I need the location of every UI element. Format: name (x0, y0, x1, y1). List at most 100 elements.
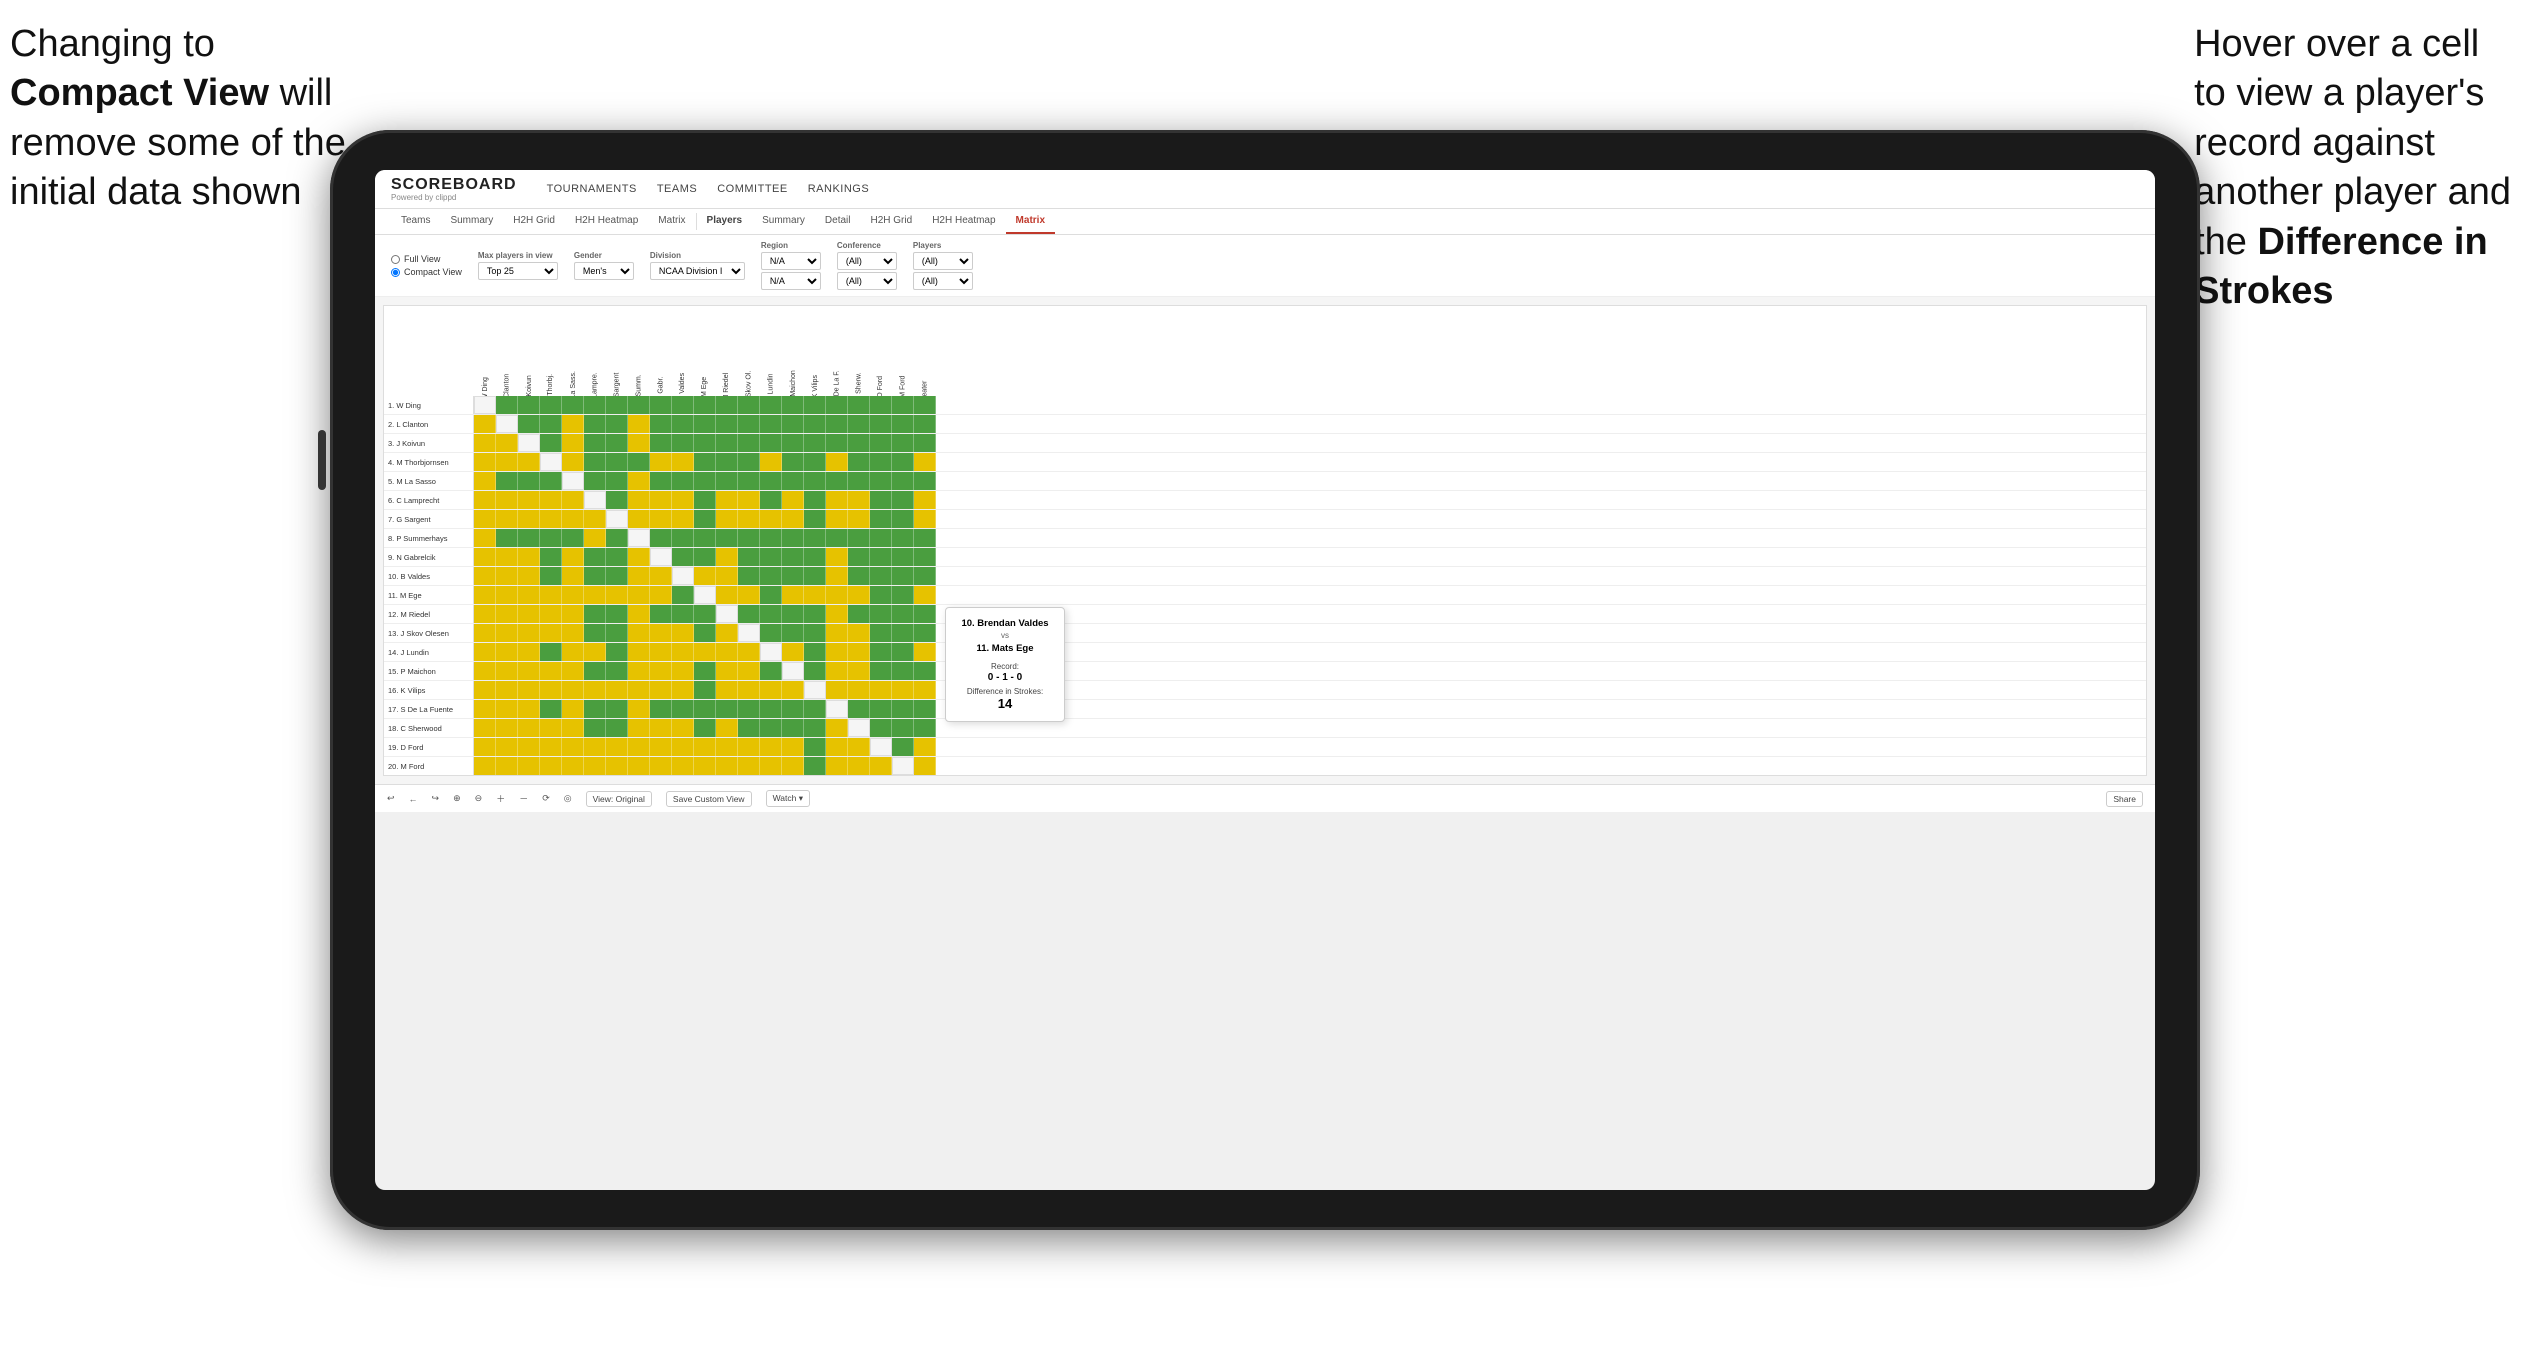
matrix-cell[interactable] (738, 548, 760, 566)
matrix-cell[interactable] (694, 700, 716, 718)
matrix-cell[interactable] (892, 681, 914, 699)
matrix-cell[interactable] (518, 510, 540, 528)
matrix-cell[interactable] (760, 472, 782, 490)
matrix-cell[interactable] (562, 662, 584, 680)
nav-rankings[interactable]: RANKINGS (808, 183, 869, 195)
matrix-cell[interactable] (496, 510, 518, 528)
matrix-cell[interactable] (496, 757, 518, 775)
matrix-cell[interactable] (804, 662, 826, 680)
matrix-cell[interactable] (782, 548, 804, 566)
matrix-cell[interactable] (474, 415, 496, 433)
matrix-cell[interactable] (760, 434, 782, 452)
matrix-cell[interactable] (694, 510, 716, 528)
matrix-cell[interactable] (496, 643, 518, 661)
matrix-cell[interactable] (848, 529, 870, 547)
matrix-cell[interactable] (474, 681, 496, 699)
matrix-cell[interactable] (672, 529, 694, 547)
matrix-cell[interactable] (870, 434, 892, 452)
matrix-cell[interactable] (584, 567, 606, 585)
matrix-cell[interactable] (738, 738, 760, 756)
matrix-cell[interactable] (870, 757, 892, 775)
undo-icon[interactable]: ↩ (387, 793, 395, 804)
matrix-cell[interactable] (496, 453, 518, 471)
minus-icon[interactable]: － (519, 792, 528, 805)
matrix-cell[interactable] (562, 586, 584, 604)
matrix-cell[interactable] (870, 643, 892, 661)
matrix-cell[interactable] (474, 491, 496, 509)
matrix-cell[interactable] (518, 662, 540, 680)
matrix-cell[interactable] (826, 586, 848, 604)
matrix-cell[interactable] (848, 586, 870, 604)
matrix-cell[interactable] (782, 624, 804, 642)
matrix-cell[interactable] (804, 415, 826, 433)
matrix-cell[interactable] (914, 415, 936, 433)
matrix-cell[interactable] (738, 529, 760, 547)
matrix-cell[interactable] (540, 434, 562, 452)
matrix-cell[interactable] (826, 643, 848, 661)
matrix-cell[interactable] (826, 453, 848, 471)
matrix-cell[interactable] (870, 529, 892, 547)
matrix-cell[interactable] (716, 396, 738, 414)
matrix-cell[interactable] (914, 662, 936, 680)
matrix-cell[interactable] (870, 548, 892, 566)
matrix-cell[interactable] (606, 757, 628, 775)
share-btn[interactable]: Share (2106, 791, 2143, 807)
matrix-cell[interactable] (540, 586, 562, 604)
nav-tournaments[interactable]: TOURNAMENTS (547, 183, 637, 195)
nav-committee[interactable]: COMMITTEE (717, 183, 788, 195)
matrix-cell[interactable] (782, 510, 804, 528)
matrix-cell[interactable] (848, 434, 870, 452)
matrix-cell[interactable] (584, 662, 606, 680)
matrix-cell[interactable] (628, 434, 650, 452)
matrix-cell[interactable] (584, 700, 606, 718)
matrix-cell[interactable] (650, 681, 672, 699)
matrix-cell[interactable] (606, 548, 628, 566)
matrix-cell[interactable] (496, 396, 518, 414)
matrix-cell[interactable] (518, 643, 540, 661)
matrix-cell[interactable] (848, 643, 870, 661)
matrix-cell[interactable] (782, 643, 804, 661)
matrix-cell[interactable] (892, 643, 914, 661)
full-view-input[interactable] (391, 255, 400, 264)
matrix-cell[interactable] (540, 738, 562, 756)
refresh-icon[interactable]: ⟳ (542, 793, 550, 804)
matrix-cell[interactable] (628, 624, 650, 642)
matrix-cell[interactable] (584, 434, 606, 452)
matrix-cell[interactable] (826, 396, 848, 414)
matrix-cell[interactable] (474, 700, 496, 718)
matrix-cell[interactable] (914, 643, 936, 661)
matrix-cell[interactable] (496, 567, 518, 585)
matrix-cell[interactable] (738, 662, 760, 680)
matrix-cell[interactable] (716, 681, 738, 699)
matrix-cell[interactable] (892, 700, 914, 718)
matrix-cell[interactable] (716, 586, 738, 604)
matrix-cell[interactable] (738, 453, 760, 471)
matrix-cell[interactable] (606, 434, 628, 452)
matrix-cell[interactable] (496, 415, 518, 433)
matrix-cell[interactable] (804, 719, 826, 737)
matrix-cell[interactable] (496, 586, 518, 604)
matrix-cell[interactable] (848, 510, 870, 528)
matrix-cell[interactable] (474, 719, 496, 737)
matrix-cell[interactable] (892, 719, 914, 737)
matrix-cell[interactable] (716, 434, 738, 452)
matrix-cell[interactable] (760, 719, 782, 737)
matrix-cell[interactable] (694, 434, 716, 452)
matrix-cell[interactable] (694, 643, 716, 661)
matrix-cell[interactable] (848, 605, 870, 623)
tab-teams[interactable]: Teams (391, 209, 440, 234)
matrix-cell[interactable] (760, 700, 782, 718)
matrix-cell[interactable] (782, 681, 804, 699)
matrix-cell[interactable] (892, 567, 914, 585)
matrix-cell[interactable] (716, 472, 738, 490)
matrix-cell[interactable] (672, 662, 694, 680)
matrix-cell[interactable] (562, 491, 584, 509)
matrix-cell[interactable] (804, 491, 826, 509)
matrix-cell[interactable] (606, 491, 628, 509)
compact-view-input[interactable] (391, 268, 400, 277)
matrix-cell[interactable] (738, 510, 760, 528)
matrix-cell[interactable] (914, 567, 936, 585)
matrix-cell[interactable] (540, 491, 562, 509)
matrix-cell[interactable] (562, 643, 584, 661)
matrix-cell[interactable] (650, 719, 672, 737)
